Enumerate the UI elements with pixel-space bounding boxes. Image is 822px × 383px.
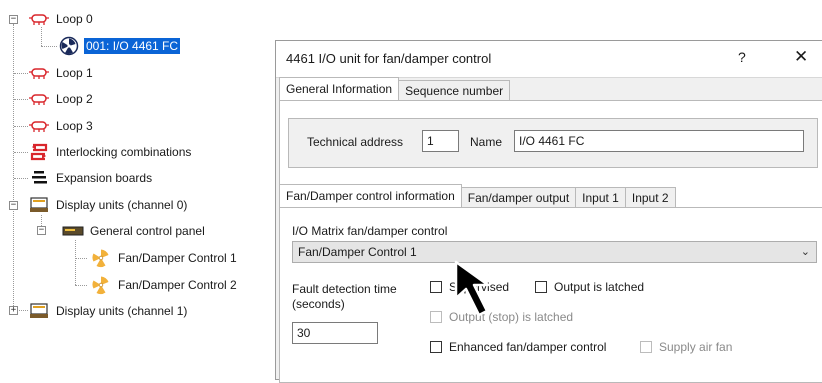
fan-damper-control-panel: I/O Matrix fan/damper control Fan/Damper… bbox=[279, 207, 822, 383]
loop-icon bbox=[28, 64, 50, 82]
tree-item-label: Loop 2 bbox=[56, 92, 93, 106]
tree-line bbox=[14, 152, 28, 153]
tree-line bbox=[14, 99, 28, 100]
expander-display-units-0[interactable]: − bbox=[9, 201, 18, 210]
fault-detection-label-line2: (seconds) bbox=[292, 297, 345, 311]
general-information-panel: Technical address 1 Name I/O 4461 FC Fan… bbox=[279, 100, 822, 383]
enhanced-control-checkbox[interactable]: Enhanced fan/damper control bbox=[430, 340, 606, 354]
expansion-board-icon bbox=[28, 169, 50, 187]
tab-fan-damper-control-information[interactable]: Fan/Damper control information bbox=[279, 184, 462, 207]
checkbox-box[interactable] bbox=[430, 311, 442, 323]
loop-icon bbox=[28, 117, 50, 135]
expander-general-control-panel[interactable]: − bbox=[37, 226, 46, 235]
loop-icon bbox=[28, 90, 50, 108]
fault-detection-field[interactable]: 30 bbox=[292, 322, 378, 344]
top-tab-bar: General Information Sequence number bbox=[279, 77, 511, 100]
tree-item-label: Fan/Damper Control 2 bbox=[118, 278, 237, 292]
tree-item-general-control-panel[interactable]: General control panel bbox=[62, 222, 207, 240]
tree-item-label: Loop 0 bbox=[56, 12, 93, 26]
tree-item-loop-0[interactable]: Loop 0 bbox=[28, 10, 95, 28]
tab-input-1[interactable]: Input 1 bbox=[575, 187, 626, 207]
dialog-title: 4461 I/O unit for fan/damper control bbox=[286, 51, 492, 66]
tree-item-fan-damper-control-1[interactable]: Fan/Damper Control 1 bbox=[90, 249, 239, 268]
close-button[interactable]: ✕ bbox=[794, 47, 808, 67]
name-label: Name bbox=[470, 135, 503, 149]
loop-icon bbox=[28, 10, 50, 28]
control-panel-icon bbox=[62, 222, 84, 240]
tree-item-label: Interlocking combinations bbox=[56, 145, 192, 159]
checkbox-box[interactable] bbox=[535, 281, 547, 293]
technical-address-label: Technical address bbox=[307, 135, 404, 149]
inner-tab-bar: Fan/Damper control information Fan/dampe… bbox=[279, 184, 676, 207]
name-field[interactable]: I/O 4461 FC bbox=[514, 130, 804, 152]
identity-group: Technical address 1 Name I/O 4461 FC bbox=[288, 118, 818, 168]
tree-item-label: General control panel bbox=[90, 224, 205, 238]
tab-fan-damper-output[interactable]: Fan/damper output bbox=[460, 187, 577, 207]
tree-item-interlocking[interactable]: Interlocking combinations bbox=[28, 143, 193, 161]
io-unit-dialog: 4461 I/O unit for fan/damper control ? ✕… bbox=[275, 40, 822, 383]
tree-item-expansion-boards[interactable]: Expansion boards bbox=[28, 169, 154, 187]
tree-line bbox=[75, 240, 76, 285]
tab-sequence-number[interactable]: Sequence number bbox=[398, 80, 511, 100]
tree-line bbox=[14, 73, 28, 74]
supply-air-fan-checkbox[interactable]: Supply air fan bbox=[640, 340, 732, 354]
output-latched-checkbox[interactable]: Output is latched bbox=[535, 280, 644, 294]
expander-display-units-1[interactable]: + bbox=[9, 306, 18, 315]
tree-line bbox=[41, 46, 57, 47]
tree-line bbox=[14, 126, 28, 127]
enhanced-control-label: Enhanced fan/damper control bbox=[449, 340, 607, 354]
checkbox-box[interactable] bbox=[430, 281, 442, 293]
matrix-select-value: Fan/Damper Control 1 bbox=[298, 245, 417, 259]
expander-loop-0[interactable]: − bbox=[9, 15, 18, 24]
tree-line bbox=[75, 285, 87, 286]
fault-detection-label-line1: Fault detection time bbox=[292, 282, 397, 296]
tree-item-label: Loop 1 bbox=[56, 66, 93, 80]
tree-line bbox=[13, 24, 14, 310]
tree-item-display-units-1[interactable]: Display units (channel 1) bbox=[28, 302, 189, 320]
display-unit-icon bbox=[28, 196, 50, 214]
technical-address-field[interactable]: 1 bbox=[422, 130, 459, 152]
mouse-pointer-icon bbox=[454, 260, 490, 317]
tree-item-loop-2[interactable]: Loop 2 bbox=[28, 90, 95, 108]
fan-icon bbox=[90, 249, 112, 268]
tree-item-label: Display units (channel 1) bbox=[56, 304, 188, 318]
fan-icon bbox=[90, 276, 112, 295]
tree-line bbox=[75, 258, 87, 259]
tree-item-display-units-0[interactable]: Display units (channel 0) bbox=[28, 196, 189, 214]
matrix-select[interactable]: Fan/Damper Control 1 ⌄ bbox=[292, 241, 817, 263]
fan-unit-icon bbox=[58, 36, 80, 56]
checkbox-box[interactable] bbox=[430, 341, 442, 353]
tree-item-loop-3[interactable]: Loop 3 bbox=[28, 117, 95, 135]
matrix-label: I/O Matrix fan/damper control bbox=[292, 224, 448, 238]
supply-air-fan-label: Supply air fan bbox=[659, 340, 733, 354]
tree-item-loop-1[interactable]: Loop 1 bbox=[28, 64, 95, 82]
tab-input-2[interactable]: Input 2 bbox=[624, 187, 676, 207]
interlocking-icon bbox=[28, 143, 50, 161]
tree-line bbox=[14, 178, 28, 179]
tree-item-label: Display units (channel 0) bbox=[56, 198, 188, 212]
tab-general-information[interactable]: General Information bbox=[279, 77, 400, 100]
tree-item-label: Expansion boards bbox=[56, 171, 153, 185]
output-latched-label: Output is latched bbox=[554, 280, 645, 294]
tree-line bbox=[41, 27, 42, 46]
tree-item-io-unit[interactable]: 001: I/O 4461 FC bbox=[58, 36, 181, 56]
checkbox-box[interactable] bbox=[640, 341, 652, 353]
chevron-down-icon: ⌄ bbox=[800, 246, 810, 258]
tree-item-fan-damper-control-2[interactable]: Fan/Damper Control 2 bbox=[90, 276, 239, 295]
tree-item-label: Fan/Damper Control 1 bbox=[118, 251, 237, 265]
help-button[interactable]: ? bbox=[738, 49, 746, 65]
display-unit-icon bbox=[28, 302, 50, 320]
project-tree: − − − + Loop 0 001: I/O 4461 FC Loop 1 L… bbox=[0, 0, 270, 370]
tree-item-label: Loop 3 bbox=[56, 119, 93, 133]
dialog-titlebar[interactable]: 4461 I/O unit for fan/damper control ? ✕ bbox=[276, 41, 822, 78]
tree-item-label: 001: I/O 4461 FC bbox=[84, 38, 181, 54]
